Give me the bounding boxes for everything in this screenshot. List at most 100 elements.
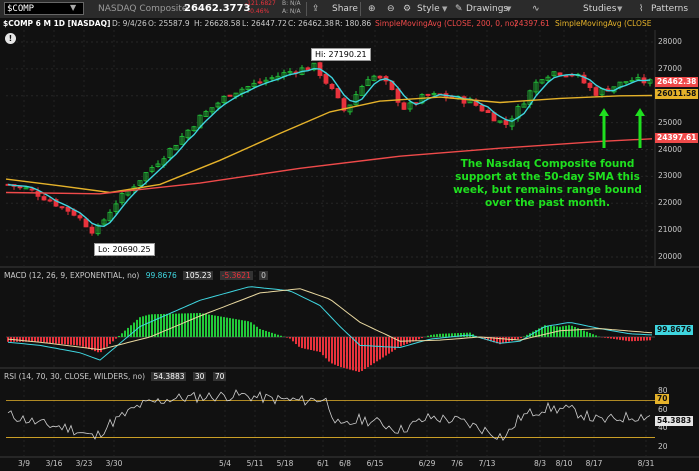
macd-histogram-bar xyxy=(67,337,69,345)
macd-histogram-bar xyxy=(463,332,465,337)
rsi-line xyxy=(7,389,651,442)
macd-histogram-bar xyxy=(634,337,636,342)
candle-body xyxy=(89,226,95,234)
macd-histogram-bar xyxy=(190,313,192,337)
rsi-overbought: 70 xyxy=(212,372,227,381)
macd-histogram-bar xyxy=(460,332,462,337)
macd-histogram-bar xyxy=(247,321,249,337)
support-arrow-head xyxy=(635,108,645,116)
macd-histogram-bar xyxy=(310,337,312,351)
candle-body xyxy=(329,83,335,90)
macd-histogram-bar xyxy=(151,314,153,337)
macd-histogram-bar xyxy=(523,336,525,337)
time-axis-label: 5/18 xyxy=(276,459,294,468)
candle-body xyxy=(323,73,329,84)
macd-histogram-bar xyxy=(604,337,606,338)
macd-histogram-bar xyxy=(547,325,549,337)
macd-histogram-bar xyxy=(340,337,342,368)
macd-zero: 0 xyxy=(259,271,268,280)
time-axis-label: 8/31 xyxy=(637,459,655,468)
rsi-axis-label: 20 xyxy=(658,441,668,451)
macd-histogram-bar xyxy=(265,330,267,337)
macd-histogram-bar xyxy=(574,327,576,337)
time-axis-label: 6/1 xyxy=(316,459,330,468)
macd-histogram-bar xyxy=(292,337,294,342)
rsi-tag: 54.3883 xyxy=(655,416,694,426)
macd-histogram-bar xyxy=(154,314,156,337)
macd-histogram-bar xyxy=(373,337,375,364)
time-axis-label: 8/3 xyxy=(533,459,547,468)
macd-histogram-bar xyxy=(49,337,51,343)
macd-histogram-bar xyxy=(346,337,348,369)
macd-histogram-bar xyxy=(106,337,108,347)
macd-histogram-bar xyxy=(250,322,252,337)
macd-histogram-bar xyxy=(595,335,597,337)
time-axis-label: 7/6 xyxy=(450,459,464,468)
macd-histogram-bar xyxy=(307,337,309,350)
macd-histogram-bar xyxy=(76,337,78,346)
macd-histogram-bar xyxy=(646,337,648,341)
macd-histogram-bar xyxy=(550,325,552,337)
candle-body xyxy=(485,110,491,114)
macd-histogram-bar xyxy=(223,317,225,337)
macd-histogram-bar xyxy=(520,337,522,339)
macd-histogram-bar xyxy=(559,326,561,337)
macd-histogram-bar xyxy=(97,337,99,353)
macd-histogram-bar xyxy=(439,333,441,337)
macd-histogram-bar xyxy=(628,337,630,342)
macd-histogram-bar xyxy=(433,334,435,337)
macd-histogram-bar xyxy=(337,337,339,367)
time-axis-label: 3/16 xyxy=(45,459,63,468)
candle-body xyxy=(593,87,599,96)
macd-histogram-bar xyxy=(571,325,573,337)
candle-body xyxy=(479,104,485,112)
macd-histogram-bar xyxy=(109,337,111,345)
alert-icon[interactable]: ! xyxy=(5,33,16,44)
macd-histogram-bar xyxy=(40,337,42,342)
chart-canvas[interactable] xyxy=(0,0,699,471)
macd-histogram-bar xyxy=(19,337,21,342)
price-axis-label: 24000 xyxy=(658,144,682,154)
macd-histogram-bar xyxy=(367,337,369,368)
candle-body xyxy=(35,190,41,197)
macd-histogram-bar xyxy=(58,337,60,344)
macd-histogram-bar xyxy=(142,316,144,337)
macd-histogram-bar xyxy=(187,313,189,337)
macd-histogram-bar xyxy=(169,313,171,337)
macd-histogram-bar xyxy=(616,337,618,340)
macd-histogram-bar xyxy=(217,316,219,337)
rsi-header: RSI (14, 70, 30, CLOSE, WILDERS, no) 54.… xyxy=(4,372,230,381)
macd-histogram-bar xyxy=(436,334,438,337)
macd-histogram-bar xyxy=(256,326,258,337)
macd-histogram-bar xyxy=(388,337,390,354)
macd-histogram-bar xyxy=(181,313,183,337)
macd-histogram-bar xyxy=(103,337,105,350)
macd-histogram-bar xyxy=(637,337,639,341)
macd-histogram-bar xyxy=(319,337,321,352)
time-axis-label: 8/17 xyxy=(585,459,603,468)
time-axis-label: 5/4 xyxy=(218,459,232,468)
support-arrow-head xyxy=(599,108,609,116)
time-axis-label: 3/9 xyxy=(17,459,31,468)
macd-histogram-bar xyxy=(382,337,384,358)
macd-histogram-bar xyxy=(82,337,84,347)
candle-body xyxy=(59,206,65,209)
macd-histogram-bar xyxy=(52,337,54,344)
macd-histogram-bar xyxy=(415,337,417,341)
macd-histogram-bar xyxy=(610,337,612,339)
macd-histogram-bar xyxy=(364,337,366,369)
macd-histogram-bar xyxy=(85,337,87,348)
macd-histogram-bar xyxy=(88,337,90,349)
price-axis-label: 22000 xyxy=(658,198,682,208)
macd-histogram-bar xyxy=(418,337,420,340)
macd-value: 99.8676 xyxy=(145,271,177,280)
macd-histogram-bar xyxy=(631,337,633,342)
macd-histogram-bar xyxy=(568,325,570,337)
price-axis-label: 25000 xyxy=(658,117,682,127)
macd-histogram-bar xyxy=(172,313,174,337)
macd-histogram-bar xyxy=(55,337,57,344)
macd-histogram-bar xyxy=(226,317,228,337)
price-axis-label: 28000 xyxy=(658,37,682,46)
macd-histogram-bar xyxy=(133,322,135,337)
candle-body xyxy=(587,82,593,88)
